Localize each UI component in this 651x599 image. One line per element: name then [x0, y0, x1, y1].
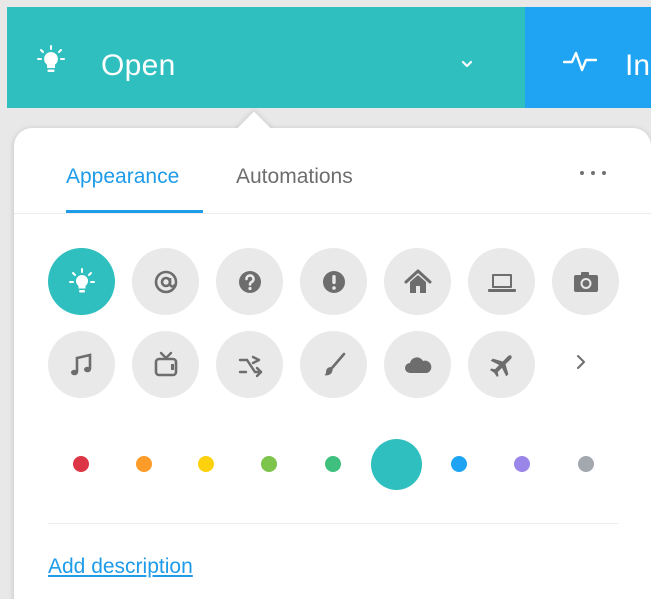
- icon-option-paintbrush[interactable]: [300, 331, 367, 398]
- paintbrush-icon: [323, 352, 345, 375]
- color-swatch-teal-selected[interactable]: [371, 439, 422, 490]
- airplane-icon: [489, 354, 512, 377]
- color-swatch-purple[interactable]: [514, 456, 530, 472]
- icon-option-laptop[interactable]: [468, 248, 535, 315]
- next-status-panel[interactable]: In: [525, 7, 651, 108]
- tv-icon: [154, 351, 177, 376]
- icon-option-music[interactable]: [48, 331, 115, 398]
- icon-option-tv[interactable]: [132, 331, 199, 398]
- icon-option-airplane[interactable]: [468, 331, 535, 398]
- home-icon: [404, 269, 431, 293]
- color-swatch-orange[interactable]: [136, 456, 152, 472]
- laptop-icon: [487, 273, 516, 292]
- pulse-icon: [563, 51, 597, 72]
- chevron-right-icon[interactable]: [566, 347, 596, 377]
- chevron-down-icon: [461, 60, 473, 68]
- icon-option-camera[interactable]: [552, 248, 619, 315]
- icon-option-cloud[interactable]: [384, 331, 451, 398]
- status-label: Open: [101, 49, 176, 82]
- more-options-icon[interactable]: [578, 164, 608, 178]
- lightbulb-icon: [37, 45, 65, 72]
- shuffle-icon: [238, 355, 262, 377]
- icon-option-at-sign[interactable]: [132, 248, 199, 315]
- music-note-icon: [70, 352, 91, 375]
- color-swatch-yellow[interactable]: [198, 456, 214, 472]
- color-swatch-blue[interactable]: [451, 456, 467, 472]
- status-dropdown[interactable]: Open: [7, 7, 525, 108]
- camera-icon: [573, 271, 598, 292]
- tab-appearance[interactable]: Appearance: [66, 165, 179, 189]
- icon-option-question[interactable]: [216, 248, 283, 315]
- icon-option-home[interactable]: [384, 248, 451, 315]
- exclamation-icon: [322, 270, 345, 293]
- color-swatch-gray[interactable]: [578, 456, 594, 472]
- at-sign-icon: [154, 270, 177, 293]
- active-tab-indicator: [66, 210, 203, 213]
- section-divider: [48, 523, 618, 524]
- status-header: Open In: [0, 0, 651, 108]
- popover-tabs: Appearance Automations: [14, 128, 651, 214]
- color-swatch-light-green[interactable]: [261, 456, 277, 472]
- color-swatch-green[interactable]: [325, 456, 341, 472]
- add-description-link[interactable]: Add description: [48, 554, 193, 580]
- question-icon: [238, 270, 261, 293]
- icon-option-lightbulb[interactable]: [48, 248, 115, 315]
- icon-option-shuffle[interactable]: [216, 331, 283, 398]
- next-status-label: In: [625, 49, 651, 82]
- lightbulb-icon: [68, 267, 95, 292]
- icon-option-exclamation[interactable]: [300, 248, 367, 315]
- color-swatch-red[interactable]: [73, 456, 89, 472]
- tab-automations[interactable]: Automations: [236, 165, 353, 189]
- cloud-icon: [404, 356, 431, 373]
